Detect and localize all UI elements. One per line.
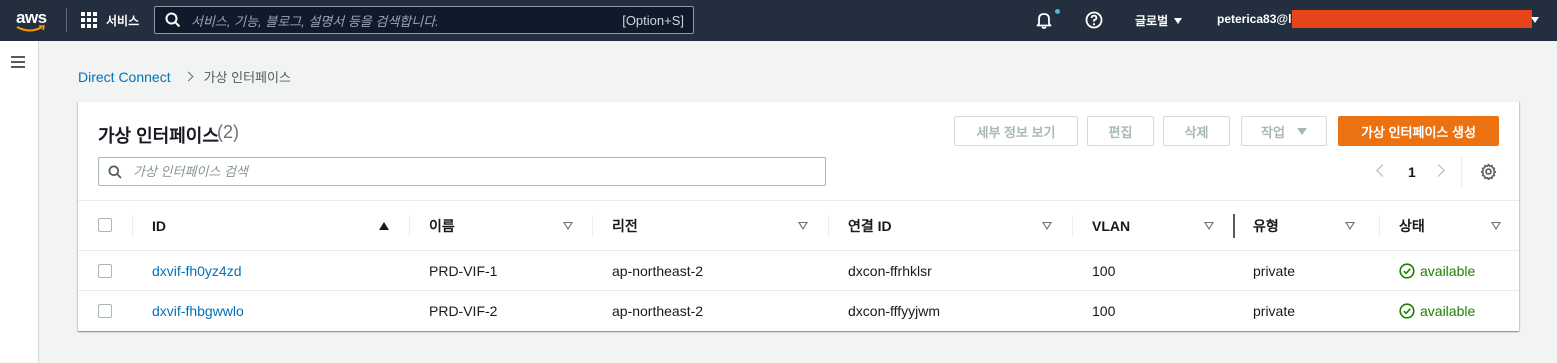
delete-button[interactable]: 삭제 (1163, 116, 1230, 146)
global-search-input[interactable]: 서비스, 기능, 블로그, 설명서 등을 검색합니다. [Option+S] (154, 6, 694, 34)
vif-type: private (1253, 303, 1296, 319)
column-header-id[interactable]: ID (152, 201, 392, 250)
virtual-interfaces-panel: 가상 인터페이스 (2) 세부 정보 보기 편집 삭제 작업 가상 인터페이스 … (78, 101, 1519, 331)
top-navigation: aws 서비스 서비스, 기능, 블로그, 설명서 등을 검색합니다. [Opt… (0, 0, 1557, 41)
region-selector[interactable]: 글로벌 (1135, 12, 1183, 29)
filter-input[interactable] (133, 164, 825, 179)
filter-field[interactable] (98, 157, 826, 186)
menu-icon[interactable] (11, 56, 25, 68)
column-header-region[interactable]: 리전 (612, 201, 812, 250)
breadcrumb-current: 가상 인터페이스 (203, 70, 291, 85)
chevron-left-icon[interactable] (1376, 164, 1389, 177)
pager-divider (1461, 157, 1462, 187)
vif-name: PRD-VIF-1 (429, 263, 498, 279)
aws-logo[interactable]: aws (14, 6, 50, 34)
notification-dot (1055, 9, 1060, 14)
search-icon (108, 165, 122, 179)
view-details-button[interactable]: 세부 정보 보기 (954, 116, 1078, 146)
column-header-status[interactable]: 상태 (1399, 201, 1509, 250)
table-row[interactable]: dxvif-fhbgwwlo PRD-VIF-2 ap-northeast-2 … (78, 291, 1519, 331)
help-icon[interactable] (1085, 11, 1103, 29)
column-header-type[interactable]: 유형 (1253, 201, 1363, 250)
region-label: 글로벌 (1135, 14, 1169, 28)
actions-label: 작업 (1261, 124, 1285, 140)
sort-icon (1491, 222, 1501, 230)
redaction-overlay (1292, 10, 1532, 28)
column-divider (828, 215, 829, 237)
check-circle-icon (1399, 263, 1415, 279)
row-checkbox[interactable] (98, 264, 112, 278)
caret-down-icon (1296, 127, 1307, 135)
sort-icon (1042, 222, 1052, 230)
gear-icon[interactable] (1480, 163, 1497, 180)
services-label: 서비스 (106, 13, 140, 28)
sort-ascending-icon (379, 222, 389, 230)
status-text: available (1420, 263, 1476, 279)
account-menu[interactable]: peterica83@lo (1217, 12, 1299, 26)
sort-icon (798, 222, 808, 230)
chevron-right-icon (183, 71, 194, 82)
search-icon (165, 12, 181, 28)
caret-down-icon[interactable] (1531, 17, 1539, 23)
vif-connection-id: dxcon-ffrhklsr (848, 263, 932, 279)
column-divider (1072, 215, 1073, 237)
check-circle-icon (1399, 303, 1415, 319)
vif-type: private (1253, 263, 1296, 279)
grid-icon (81, 12, 97, 28)
vif-region: ap-northeast-2 (612, 303, 704, 319)
column-header-connection-id[interactable]: 연결 ID (848, 201, 1058, 250)
column-divider (1379, 215, 1380, 237)
create-virtual-interface-button[interactable]: 가상 인터페이스 생성 (1338, 116, 1499, 146)
item-count: (2) (217, 122, 239, 142)
row-checkbox[interactable] (98, 304, 112, 318)
aws-smile-icon (16, 25, 46, 32)
column-divider (592, 215, 593, 237)
vif-id-link[interactable]: dxvif-fh0yz4zd (152, 251, 241, 291)
vif-region: ap-northeast-2 (612, 263, 704, 279)
account-label: peterica83@lo (1217, 12, 1299, 26)
nav-divider (66, 8, 67, 32)
sort-icon (1204, 222, 1214, 230)
column-divider (132, 215, 133, 237)
chevron-right-icon[interactable] (1432, 164, 1445, 177)
edit-button[interactable]: 편집 (1087, 116, 1154, 146)
column-divider (409, 215, 410, 237)
vif-vlan: 100 (1092, 263, 1116, 279)
search-shortcut: [Option+S] (622, 12, 684, 28)
services-menu-button[interactable]: 서비스 (81, 11, 139, 29)
sort-icon (1345, 222, 1355, 230)
vif-connection-id: dxcon-fffyyjwm (848, 303, 941, 319)
side-navigation-rail (0, 41, 39, 363)
select-all-checkbox[interactable] (98, 218, 112, 232)
vif-vlan: 100 (1092, 303, 1116, 319)
column-header-name[interactable]: 이름 (429, 201, 579, 250)
page-title: 가상 인터페이스 (98, 126, 219, 146)
vif-id-link[interactable]: dxvif-fhbgwwlo (152, 291, 244, 331)
column-header-vlan[interactable]: VLAN (1092, 201, 1222, 250)
column-resize-handle[interactable] (1233, 214, 1235, 238)
breadcrumb: Direct Connect 가상 인터페이스 (78, 67, 291, 86)
caret-down-icon (1174, 17, 1183, 24)
sort-icon (563, 222, 573, 230)
bell-icon[interactable] (1035, 11, 1053, 29)
search-placeholder: 서비스, 기능, 블로그, 설명서 등을 검색합니다. (191, 13, 439, 29)
status-badge: available (1399, 291, 1475, 331)
table-row[interactable]: dxvif-fh0yz4zd PRD-VIF-1 ap-northeast-2 … (78, 251, 1519, 291)
status-text: available (1420, 303, 1476, 319)
actions-dropdown-button[interactable]: 작업 (1241, 116, 1327, 146)
breadcrumb-link-direct-connect[interactable]: Direct Connect (78, 69, 171, 85)
page-number[interactable]: 1 (1408, 164, 1416, 180)
vif-name: PRD-VIF-2 (429, 303, 498, 319)
status-badge: available (1399, 251, 1475, 291)
table-header: ID 이름 리전 연결 ID VLAN 유형 상태 (78, 200, 1519, 251)
